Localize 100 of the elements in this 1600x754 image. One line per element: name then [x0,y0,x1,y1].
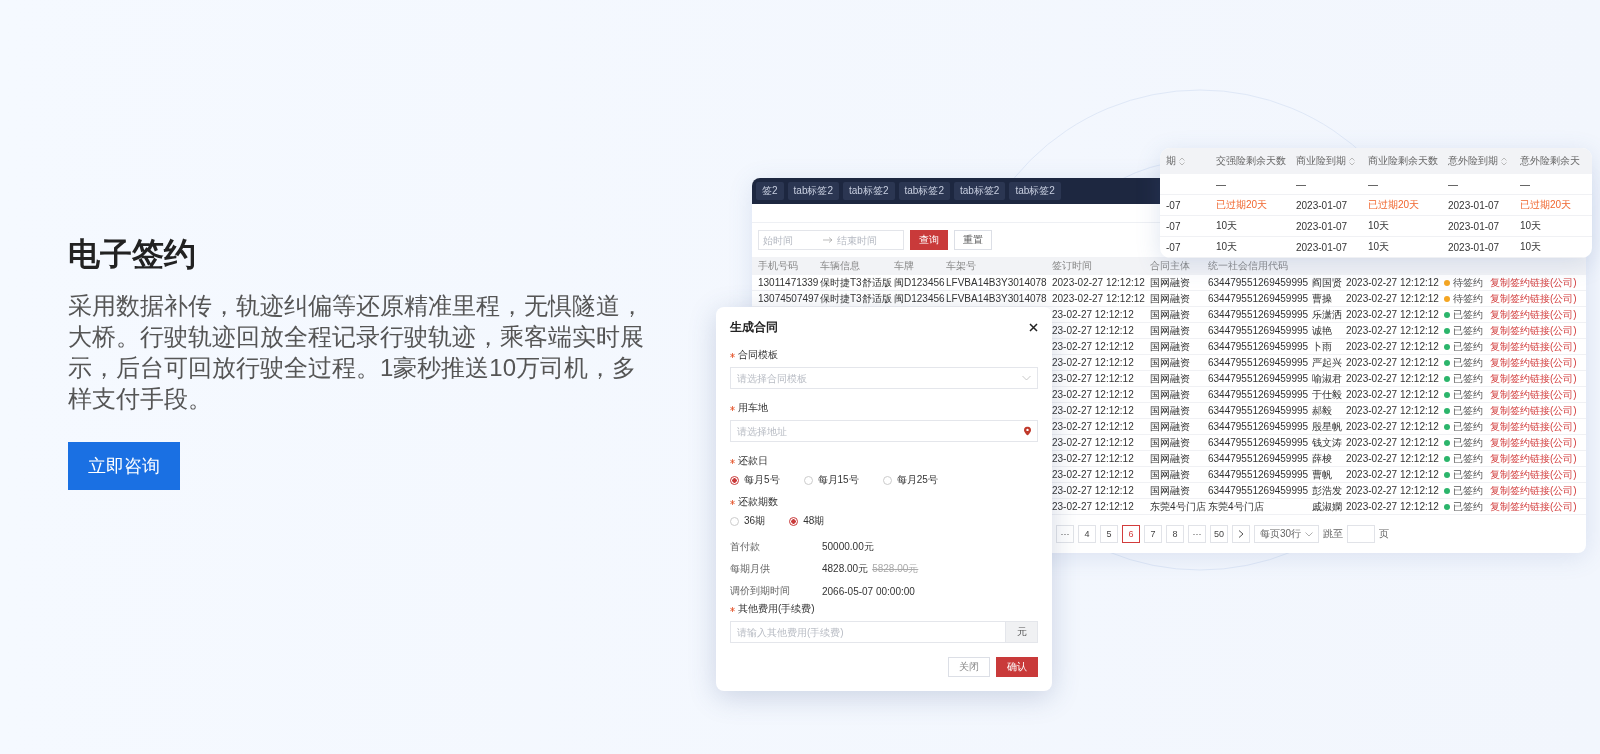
table-cell-text: 2023-02-27 12:12:12 [1052,292,1146,306]
status-text: 已签约 [1453,388,1483,402]
fee-field[interactable]: 请输入其他费用(手续费) [730,621,1006,643]
table-cell-text: 23-02-27 12:12:12 [1052,404,1135,418]
chevron-down-icon [1305,531,1314,537]
copy-link[interactable]: 复制签约链接(公司) [1490,309,1577,320]
radio-option[interactable]: 48期 [789,514,825,528]
table-cell-text: 国网融资 [1150,340,1191,354]
copy-link[interactable]: 复制签约链接(公司) [1490,453,1577,464]
radio-option[interactable]: 每月15号 [803,473,859,487]
table-cell-text: 634479551269459995 [1208,372,1310,386]
field-value: 2066-05-07 00:00:00 [822,585,915,597]
page-size-select[interactable]: 每页30行 [1254,525,1320,543]
page-button[interactable]: ··· [1188,525,1206,543]
end-date-input[interactable]: 结束时间 [837,234,893,246]
field-label: 还款期数 [738,495,778,509]
copy-link[interactable]: 复制签约链接(公司) [1490,389,1577,400]
radio-option[interactable]: 36期 [730,514,766,528]
confirm-button[interactable]: 确认 [996,657,1038,677]
search-button[interactable]: 查询 [910,230,948,250]
table-cell-text: 国网融资 [1150,436,1191,450]
copy-link[interactable]: 复制签约链接(公司) [1490,293,1577,304]
page-button[interactable]: 5 [1100,525,1118,543]
tab[interactable]: tab标签2 [953,182,1006,200]
tab[interactable]: tab标签2 [843,182,895,200]
tab[interactable]: tab标签2 [898,182,950,200]
table-cell-text: 闽D123456 [894,292,946,306]
table-cell-text: 国网融资 [1150,468,1191,482]
table-cell-text: 23-02-27 12:12:12 [1052,356,1135,370]
next-page-button[interactable] [1232,525,1250,543]
close-icon[interactable] [1029,323,1038,332]
table-cell-text: 23-02-27 12:12:12 [1052,500,1135,514]
table-cell-text: 国网融资 [1150,308,1191,322]
table-cell-text: 23-02-27 12:12:12 [1052,308,1135,322]
page-button[interactable]: 8 [1166,525,1184,543]
copy-link[interactable]: 复制签约链接(公司) [1490,485,1577,496]
table-cell-text: 钱文涛 [1312,436,1343,450]
column-header: 车架号 [946,259,977,273]
table-cell-text: 2023-01-07 [1447,199,1501,211]
consult-button[interactable]: 立即咨询 [68,442,180,490]
radio-option[interactable]: 每月25号 [882,473,938,487]
page-unit-label: 页 [1379,527,1390,541]
table-cell-text: 634479551269459995 [1208,324,1310,338]
table-cell-text: 634479551269459995 [1208,340,1310,354]
tab[interactable]: tab标签2 [787,182,840,200]
page-button[interactable]: 4 [1078,525,1096,543]
copy-link[interactable]: 复制签约链接(公司) [1490,421,1577,432]
column-header: 意外险剩余天 [1520,154,1580,168]
copy-link[interactable]: 复制签约链接(公司) [1490,325,1577,336]
copy-link[interactable]: 复制签约链接(公司) [1490,437,1577,448]
copy-link[interactable]: 复制签约链接(公司) [1490,373,1577,384]
reset-button[interactable]: 重置 [954,230,992,250]
copy-link[interactable]: 复制签约链接(公司) [1490,357,1577,368]
page-button[interactable]: 7 [1144,525,1162,543]
sort-icon[interactable] [1179,156,1185,166]
select-field[interactable]: 请选择合同模板 [730,367,1038,389]
table-cell-text: 2023-02-27 12:12:12 [1346,452,1440,466]
table-cell-text: — [1447,178,1459,190]
tab[interactable]: tab标签2 [1009,182,1061,200]
page-button[interactable]: ··· [1056,525,1074,543]
table-cell-text: 10天 [1519,219,1543,233]
sort-icon[interactable] [1501,156,1507,166]
date-range-field[interactable]: 始时间 结束时间 [758,230,904,250]
copy-link[interactable]: 复制签约链接(公司) [1490,341,1577,352]
table-cell-text: 2023-01-07 [1295,220,1349,232]
copy-link[interactable]: 复制签约链接(公司) [1490,469,1577,480]
table-cell-text: 2023-02-27 12:12:12 [1346,356,1440,370]
start-date-input[interactable]: 始时间 [763,234,819,246]
table-cell-text: LFVBA14B3Y3014078 [946,276,1048,290]
table-cell-text: 乐潇洒 [1312,308,1343,322]
table-cell-text: — [1519,178,1531,190]
copy-link[interactable]: 复制签约链接(公司) [1490,277,1577,288]
table-cell-text: 国网融资 [1150,324,1191,338]
table-cell-text: 国网融资 [1150,356,1191,370]
description: 采用数据补传，轨迹纠偏等还原精准里程，无惧隧道，大桥。行驶轨迹回放全程记录行驶轨迹，乘客端实时展示，后台可回放行驶全过程。1豪秒推送10万司机，多样支付手段。 [68,291,645,414]
field-label: 用车地 [738,401,768,415]
page-button[interactable]: 50 [1210,525,1228,543]
table-cell-text: 国网融资 [1150,388,1191,402]
table-cell-text: 2023-02-27 12:12:12 [1346,308,1440,322]
sort-icon[interactable] [1349,156,1355,166]
radio-option[interactable]: 每月5号 [730,473,780,487]
table-cell-text: 国网融资 [1150,276,1191,290]
table-cell-text: — [1295,178,1307,190]
location-pin-icon [1024,426,1031,436]
copy-link[interactable]: 复制签约链接(公司) [1490,501,1577,512]
close-button[interactable]: 关闭 [948,657,990,677]
table-cell-text: 卜雨 [1312,340,1333,354]
table-cell-text: 国网融资 [1150,404,1191,418]
table-cell-text: 10天 [1367,240,1391,254]
page-button[interactable]: 6 [1122,525,1140,543]
copy-link[interactable]: 复制签约链接(公司) [1490,405,1577,416]
status-text: 已签约 [1453,308,1483,322]
page-input[interactable] [1347,525,1376,543]
table-cell-text: 戚淑嫻 [1312,500,1343,514]
table-cell-text: 23-02-27 12:12:12 [1052,324,1135,338]
tab[interactable]: 签2 [756,182,784,200]
column-header: 交强险剩余天数 [1216,154,1286,168]
column-header: 期 [1166,154,1176,168]
table-cell-text: 23-02-27 12:12:12 [1052,340,1135,354]
table-cell-text: 诚艳 [1312,324,1333,338]
